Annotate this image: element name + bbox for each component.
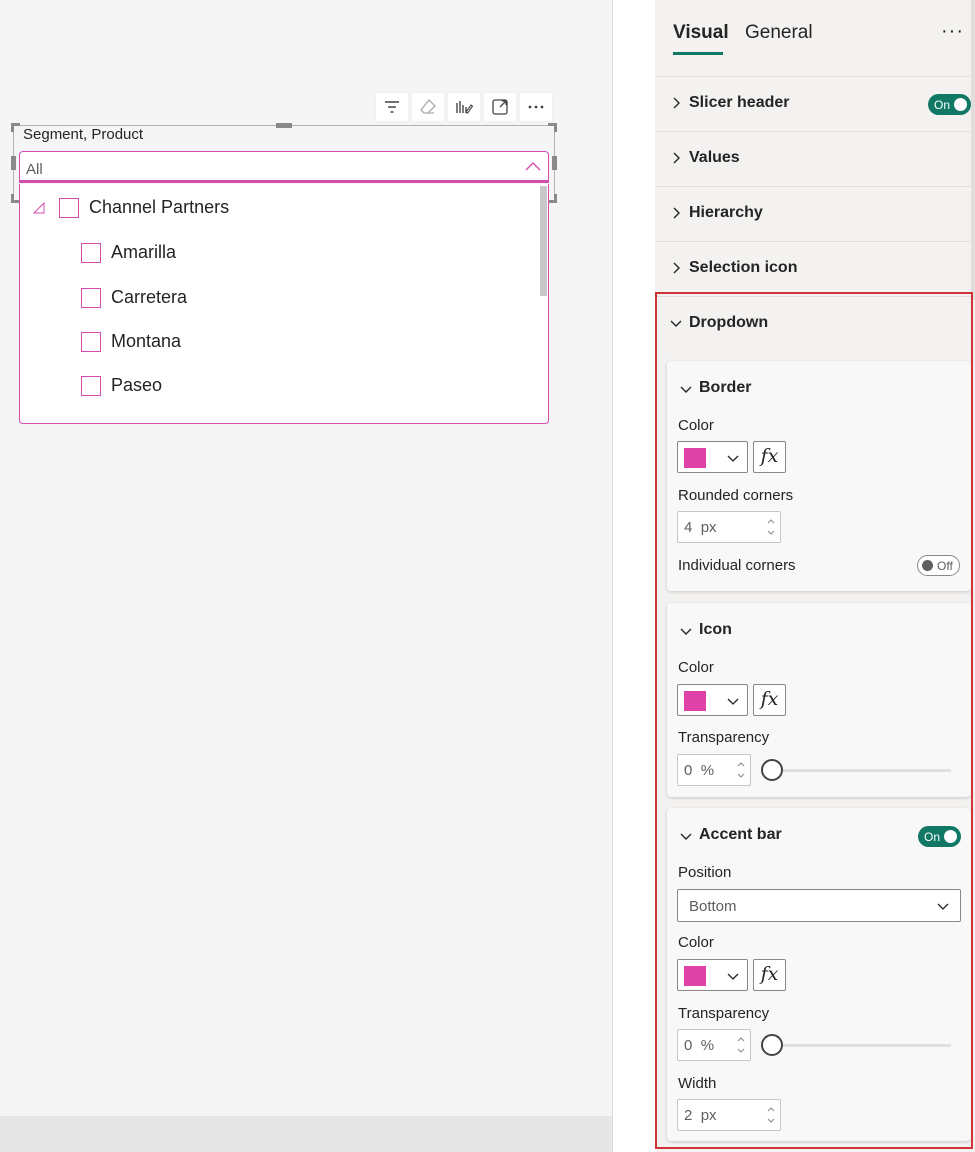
checkbox[interactable] (81, 331, 101, 352)
toggle-knob (954, 98, 967, 111)
format-visual-button[interactable] (447, 92, 481, 122)
list-item-channel-partners[interactable]: Channel Partners (33, 197, 229, 218)
list-item-amarilla[interactable]: Amarilla (81, 242, 176, 263)
filter-button[interactable] (375, 92, 409, 122)
expand-triangle-icon[interactable] (33, 201, 45, 214)
more-options-icon (528, 105, 544, 109)
slicer-header-toggle[interactable]: On (928, 94, 971, 115)
section-hierarchy[interactable]: Hierarchy (655, 186, 975, 241)
resize-handle-left[interactable] (11, 156, 16, 170)
section-label: Selection icon (689, 259, 798, 276)
list-item-label: Paseo (111, 375, 163, 395)
filter-icon (385, 101, 399, 113)
list-item-label: Montana (111, 331, 182, 351)
resize-handle-right[interactable] (552, 156, 557, 170)
tab-visual[interactable]: Visual (673, 22, 729, 55)
list-item-label: Amarilla (111, 242, 177, 262)
eraser-icon (420, 99, 436, 114)
resize-handle-top[interactable] (276, 123, 292, 128)
resize-handle-top-right[interactable] (548, 123, 557, 132)
resize-handle-top-left[interactable] (11, 123, 20, 132)
toggle-label: On (934, 98, 951, 112)
list-item-paseo[interactable]: Paseo (81, 375, 162, 396)
section-slicer-header[interactable]: Slicer header On (655, 76, 975, 131)
slicer-dropdown[interactable]: All (19, 151, 549, 183)
clear-selections-button[interactable] (411, 92, 445, 122)
checkbox[interactable] (81, 375, 101, 396)
chevron-right-icon (673, 97, 680, 109)
focus-mode-button[interactable] (483, 92, 517, 122)
checkbox[interactable] (81, 287, 101, 308)
list-item-montana[interactable]: Montana (81, 331, 181, 352)
list-item-carretera[interactable]: Carretera (81, 287, 187, 308)
resize-handle-bottom-right[interactable] (548, 194, 557, 203)
checkbox[interactable] (81, 242, 101, 263)
slicer-title: Segment, Product (23, 126, 144, 143)
dropdown-section-highlight (655, 292, 973, 1149)
more-options-button[interactable] (519, 92, 553, 122)
page-tabs-bar (0, 1116, 612, 1152)
section-selection-icon[interactable]: Selection icon (655, 241, 975, 296)
chevron-right-icon (673, 262, 680, 274)
chevron-right-icon (673, 207, 680, 219)
dropdown-scrollbar[interactable] (540, 186, 547, 296)
section-label: Values (689, 149, 740, 166)
tab-general[interactable]: General (745, 22, 813, 44)
visual-header-toolbar (375, 92, 553, 122)
format-tabs: Visual General ··· (655, 0, 975, 76)
pane-gutter (613, 0, 655, 1152)
section-label: Slicer header (689, 94, 790, 111)
list-item-label: Carretera (111, 287, 188, 307)
chevron-up-icon (525, 162, 541, 171)
section-values[interactable]: Values (655, 131, 975, 186)
format-visual-icon (456, 101, 474, 114)
focus-mode-icon (492, 99, 508, 115)
list-item-label: Channel Partners (89, 197, 230, 217)
more-options-icon[interactable]: ··· (941, 20, 964, 43)
dropdown-selected-value: All (26, 161, 43, 178)
chevron-right-icon (673, 152, 680, 164)
checkbox[interactable] (59, 197, 79, 218)
section-label: Hierarchy (689, 204, 763, 221)
